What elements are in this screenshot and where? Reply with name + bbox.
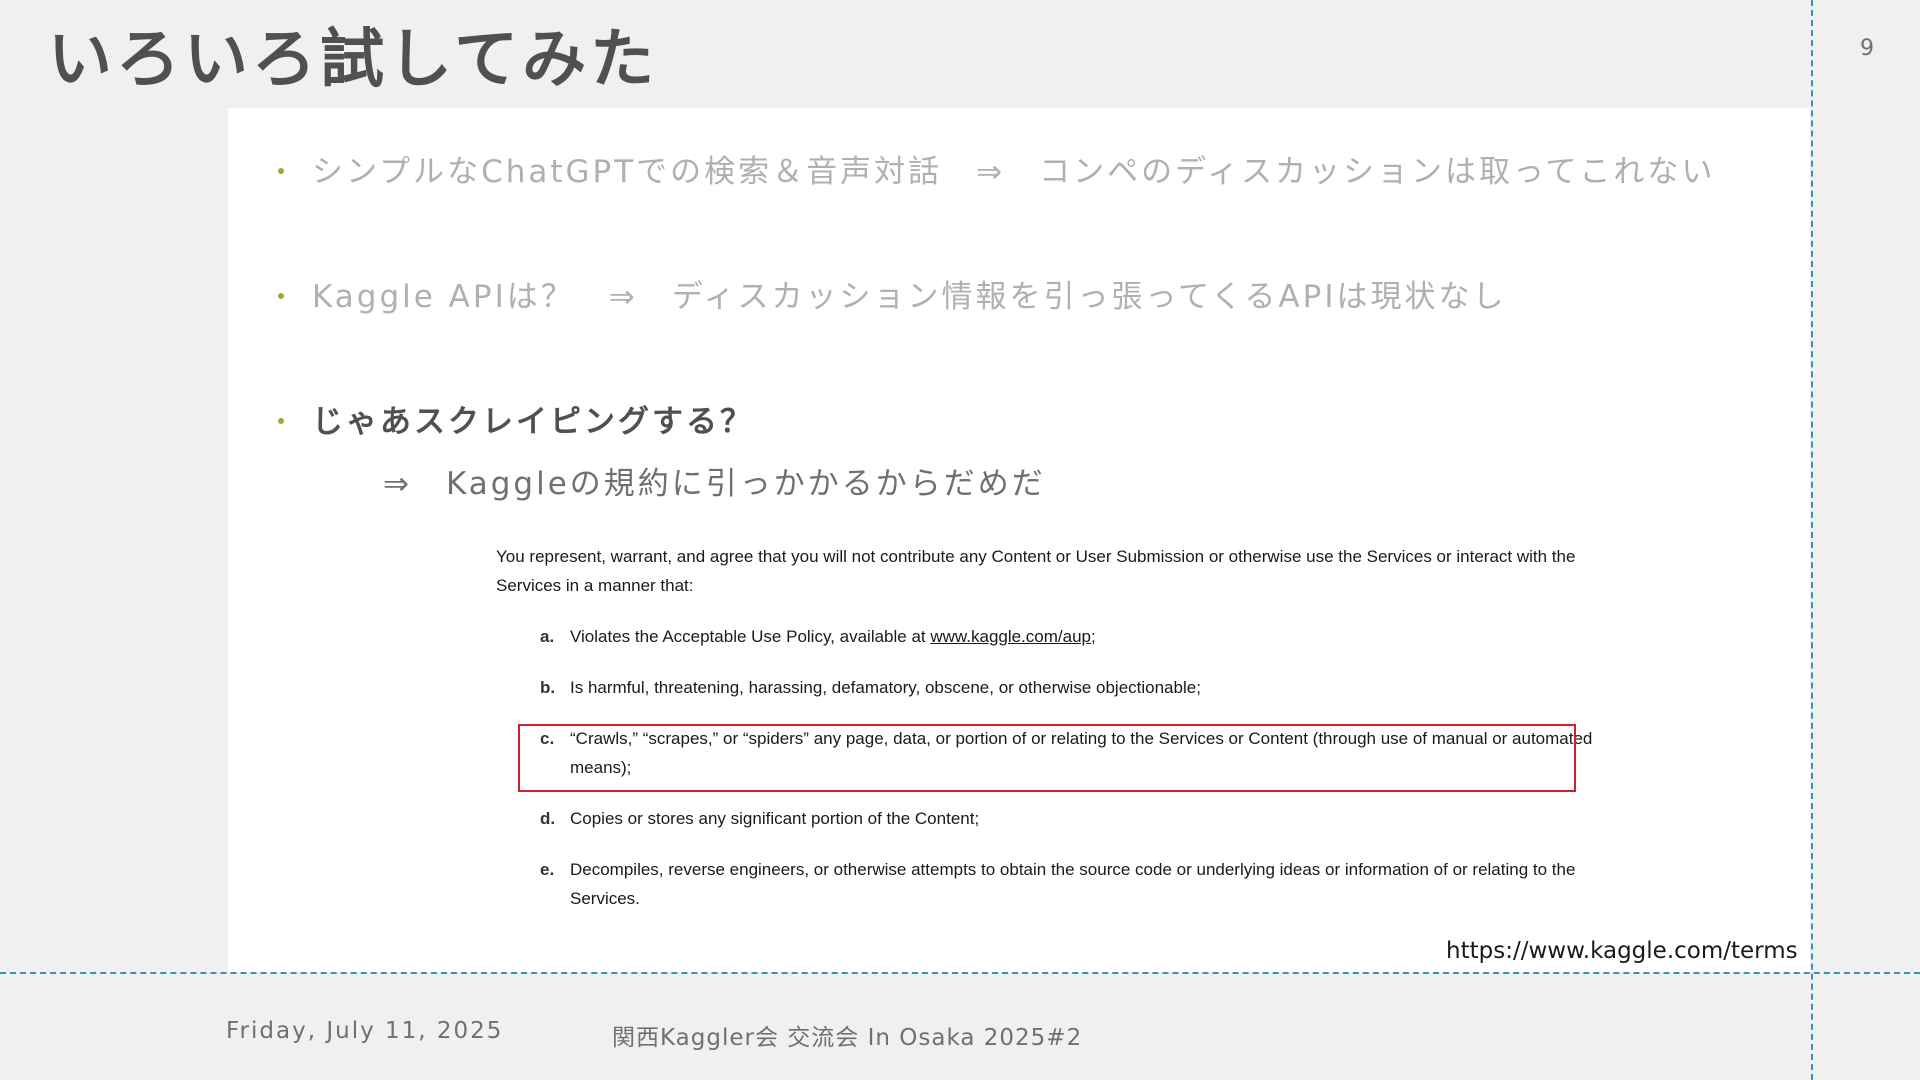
footer-date: Friday, July 11, 2025	[226, 1018, 504, 1044]
footer-event: 関西Kaggler会 交流会 In Osaka 2025#2	[612, 1025, 1083, 1051]
bullet-item: じゃあスクレイピングする？	[278, 402, 754, 442]
terms-clause-e: e. Decompiles, reverse engineers, or oth…	[496, 855, 1596, 913]
bullet-item: シンプルなChatGPTでの検索＆音声対話 ⇒ コンペのディスカッションは取って…	[278, 152, 1715, 192]
clause-text: Decompiles, reverse engineers, or otherw…	[570, 860, 1576, 908]
slide: いろいろ試してみた 9 シンプルなChatGPTでの検索＆音声対話 ⇒ コンペの…	[0, 0, 1920, 1080]
bullet-dot-icon	[278, 167, 284, 174]
sub-answer: ⇒ Kaggleの規約に引っかかるからだめだ	[383, 466, 1046, 502]
bullet-text: Kaggle APIは？ ⇒ ディスカッション情報を引っ張ってくるAPIは現状な…	[312, 279, 1507, 315]
aup-link[interactable]: www.kaggle.com/aup	[930, 627, 1091, 646]
source-url[interactable]: https://www.kaggle.com/terms	[1446, 938, 1798, 964]
clause-text: Copies or stores any significant portion…	[570, 809, 980, 828]
clause-text: Is harmful, threatening, harassing, defa…	[570, 678, 1201, 697]
bullet-dot-icon	[278, 292, 284, 299]
clause-text-end: ;	[1091, 627, 1096, 646]
clause-letter: a.	[540, 627, 555, 646]
terms-intro: You represent, warrant, and agree that y…	[496, 547, 1576, 595]
horizontal-guide-line	[0, 972, 1920, 974]
bullet-text: じゃあスクレイピングする？	[312, 404, 754, 440]
terms-clause-b: b. Is harmful, threatening, harassing, d…	[496, 673, 1596, 702]
bullet-dot-icon	[278, 417, 284, 424]
terms-clause-a: a. Violates the Acceptable Use Policy, a…	[496, 622, 1596, 651]
bullet-item: Kaggle APIは？ ⇒ ディスカッション情報を引っ張ってくるAPIは現状な…	[278, 277, 1506, 317]
page-number: 9	[1860, 36, 1874, 61]
highlight-box	[518, 724, 1576, 792]
clause-letter: e.	[540, 860, 555, 879]
clause-letter: d.	[540, 809, 556, 828]
terms-clause-d: d. Copies or stores any significant port…	[496, 804, 1596, 833]
clause-letter: b.	[540, 678, 556, 697]
clause-text: Violates the Acceptable Use Policy, avai…	[570, 627, 931, 646]
slide-title: いろいろ試してみた	[48, 23, 659, 97]
bullet-text: シンプルなChatGPTでの検索＆音声対話 ⇒ コンペのディスカッションは取って…	[312, 154, 1716, 190]
vertical-guide-line	[1811, 0, 1813, 1080]
